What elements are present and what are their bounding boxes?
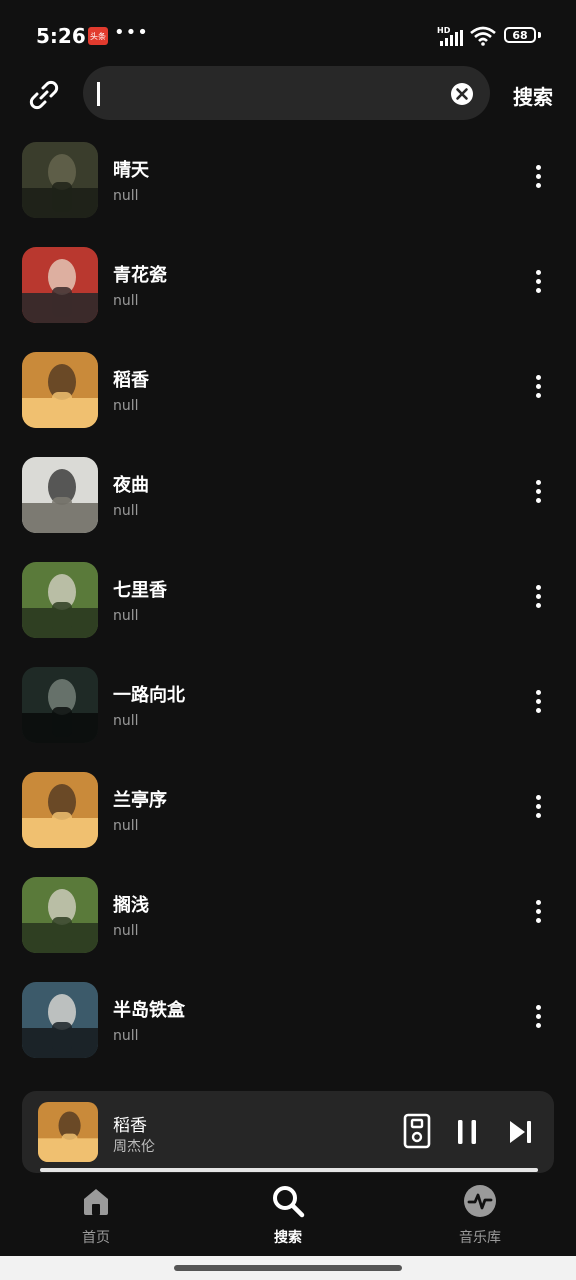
song-title: 兰亭序 (113, 790, 167, 811)
more-vert-icon[interactable] (526, 480, 550, 510)
nav-item-search[interactable]: 搜索 (228, 1180, 348, 1250)
more-vert-icon[interactable] (526, 585, 550, 615)
more-vert-icon[interactable] (526, 690, 550, 720)
now-playing-title: 稻香 (113, 1116, 147, 1136)
more-vert-icon[interactable] (526, 795, 550, 825)
album-cover (22, 667, 98, 743)
nav-item-home[interactable]: 首页 (36, 1180, 156, 1250)
nav-label-home: 首页 (82, 1230, 110, 1246)
speaker-icon[interactable] (403, 1113, 431, 1149)
album-cover (22, 982, 98, 1058)
mini-player[interactable]: 稻香 周杰伦 (22, 1091, 554, 1173)
song-subtitle: null (113, 608, 139, 624)
more-vert-icon[interactable] (526, 375, 550, 405)
nav-label-search: 搜索 (274, 1230, 302, 1246)
nav-item-library[interactable]: 音乐库 (420, 1180, 540, 1250)
song-subtitle: null (113, 398, 139, 414)
song-row[interactable]: 夜曲 null (0, 452, 576, 557)
song-subtitle: null (113, 188, 139, 204)
notification-app-icon: 头条 (88, 27, 108, 45)
status-bar: 5:26 头条 ••• HD 68 (0, 0, 576, 70)
search-header: 搜索 (0, 66, 576, 124)
home-indicator[interactable] (174, 1265, 402, 1271)
song-title: 夜曲 (113, 475, 149, 496)
album-cover (22, 772, 98, 848)
song-row[interactable]: 一路向北 null (0, 662, 576, 767)
now-playing-artist: 周杰伦 (113, 1139, 155, 1155)
skip-next-icon[interactable] (507, 1119, 533, 1145)
song-list: 晴天 null 青花瓷 null 稻香 null 夜曲 null 七里香 null 一路向北 null… (0, 137, 576, 1082)
close-circle-icon[interactable] (450, 82, 474, 106)
battery-tip (538, 32, 541, 38)
more-vert-icon[interactable] (526, 900, 550, 930)
song-subtitle: null (113, 503, 139, 519)
song-row[interactable]: 搁浅 null (0, 872, 576, 977)
song-subtitle: null (113, 818, 139, 834)
search-input[interactable] (97, 76, 441, 112)
album-cover (22, 562, 98, 638)
clock: 5:26 (36, 24, 86, 48)
album-cover (22, 352, 98, 428)
text-cursor (97, 82, 100, 106)
song-row[interactable]: 晴天 null (0, 137, 576, 242)
bottom-navigation: 首页 搜索 音乐库 (0, 1180, 576, 1250)
song-subtitle: null (113, 923, 139, 939)
now-playing-cover (38, 1102, 98, 1162)
search-box[interactable] (83, 66, 490, 120)
song-subtitle: null (113, 293, 139, 309)
song-row[interactable]: 半岛铁盒 null (0, 977, 576, 1082)
song-subtitle: null (113, 1028, 139, 1044)
album-cover (22, 247, 98, 323)
more-vert-icon[interactable] (526, 1005, 550, 1035)
search-icon (273, 1186, 305, 1218)
playback-progress-fill (40, 1168, 538, 1172)
song-row[interactable]: 七里香 null (0, 557, 576, 662)
song-title: 七里香 (113, 580, 167, 601)
song-row[interactable]: 稻香 null (0, 347, 576, 452)
song-title: 半岛铁盒 (113, 1000, 185, 1021)
more-notifications-icon: ••• (114, 22, 149, 43)
song-title: 稻香 (113, 370, 149, 391)
wifi-icon (470, 26, 496, 46)
song-row[interactable]: 兰亭序 null (0, 767, 576, 872)
more-vert-icon[interactable] (526, 165, 550, 195)
album-cover (22, 142, 98, 218)
home-icon (84, 1189, 108, 1215)
album-cover (22, 877, 98, 953)
pause-icon[interactable] (455, 1119, 479, 1145)
playback-progress[interactable] (40, 1168, 538, 1172)
signal-icon (440, 30, 463, 46)
pulse-icon (464, 1185, 496, 1217)
song-row[interactable]: 青花瓷 null (0, 242, 576, 347)
link-icon[interactable] (26, 77, 62, 113)
song-title: 搁浅 (113, 895, 149, 916)
search-button[interactable]: 搜索 (513, 81, 553, 110)
song-subtitle: null (113, 713, 139, 729)
album-cover (22, 457, 98, 533)
song-title: 一路向北 (113, 685, 185, 706)
song-title: 晴天 (113, 160, 149, 181)
battery-indicator: 68 (504, 27, 536, 43)
nav-label-library: 音乐库 (459, 1230, 501, 1246)
song-title: 青花瓷 (113, 265, 167, 286)
more-vert-icon[interactable] (526, 270, 550, 300)
